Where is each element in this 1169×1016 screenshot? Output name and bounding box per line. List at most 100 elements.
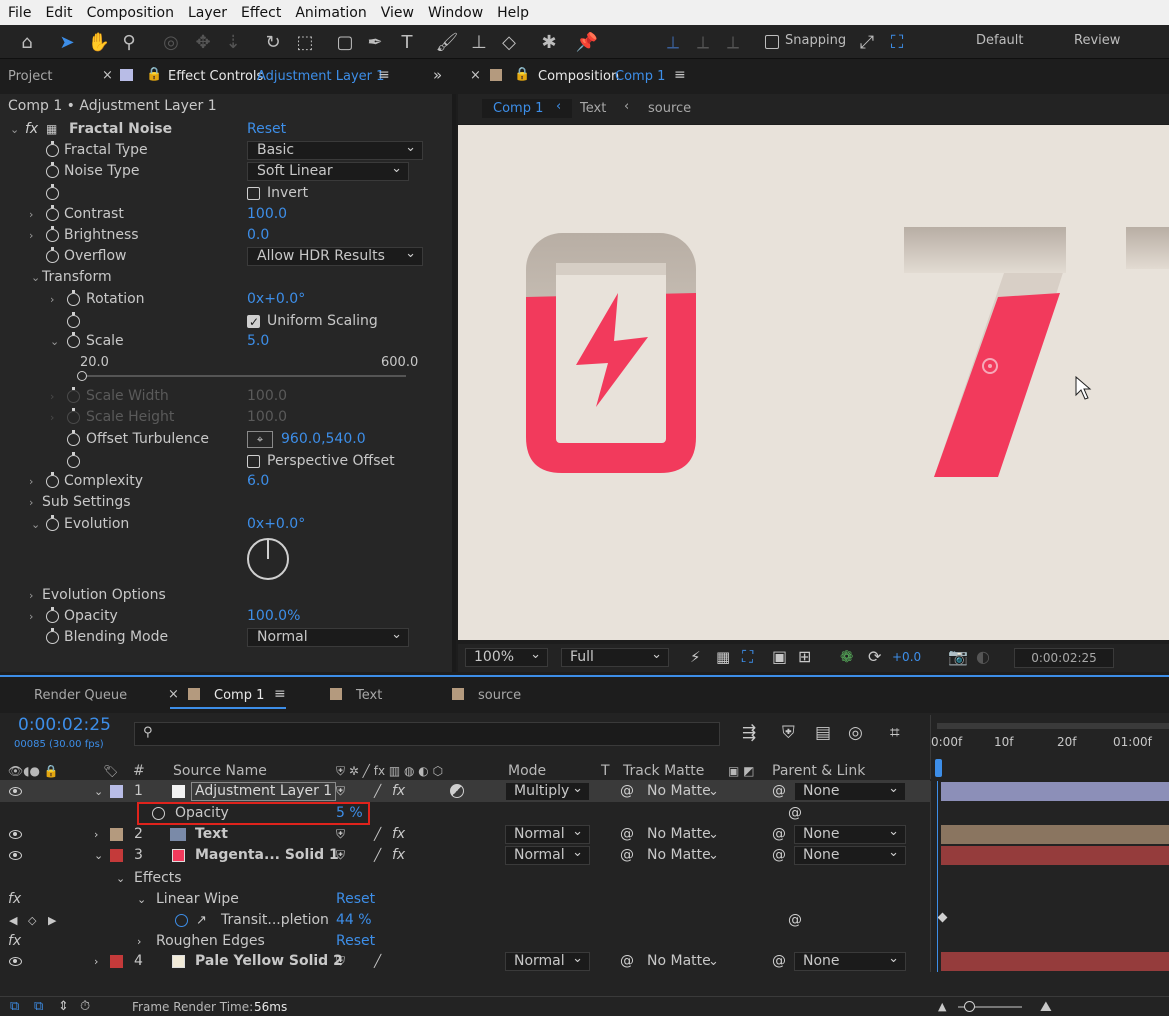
orbit-camera-icon[interactable]: ◎ bbox=[158, 29, 184, 55]
invert-checkbox[interactable] bbox=[247, 187, 260, 200]
offset-turbulence-value[interactable]: 960.0,540.0 bbox=[281, 429, 366, 450]
pan-camera-icon[interactable]: ✥ bbox=[190, 29, 216, 55]
stopwatch-icon[interactable] bbox=[46, 162, 59, 178]
snapshot-icon[interactable]: 📷 bbox=[948, 647, 968, 666]
noise-type-dropdown[interactable]: Soft Linear bbox=[247, 160, 409, 181]
view-axis-icon[interactable]: ⟂ bbox=[720, 29, 746, 55]
comp-viewer[interactable] bbox=[458, 125, 1169, 640]
pen-tool-icon[interactable]: ✒ bbox=[362, 29, 388, 55]
fractal-type-dropdown[interactable]: Basic bbox=[247, 139, 423, 160]
evolution-dial[interactable] bbox=[247, 538, 289, 580]
track-area[interactable] bbox=[930, 781, 1169, 972]
close-icon[interactable]: × bbox=[102, 68, 113, 83]
lock-icon[interactable]: 🔒 bbox=[514, 67, 530, 82]
expand-triangle-icon[interactable]: › bbox=[50, 289, 54, 310]
stopwatch-icon[interactable] bbox=[46, 247, 59, 263]
lock-icon[interactable]: 🔒 bbox=[146, 67, 162, 82]
preserve-transparency-icon[interactable]: @ bbox=[620, 824, 634, 845]
scale-slider-handle[interactable] bbox=[77, 371, 87, 381]
collapse-triangle-icon[interactable]: ⌄ bbox=[116, 868, 125, 889]
mode-dropdown[interactable]: Normal bbox=[505, 844, 590, 865]
close-icon[interactable]: × bbox=[470, 68, 481, 83]
stopwatch-icon[interactable] bbox=[67, 290, 80, 306]
rotation-tool-icon[interactable]: ↻ bbox=[260, 29, 286, 55]
menu-effect[interactable]: Effect bbox=[241, 5, 281, 21]
clone-stamp-tool-icon[interactable]: ⊥ bbox=[466, 29, 492, 55]
zoom-in-icon[interactable]: ⛰ bbox=[1040, 997, 1052, 1016]
panel-menu-icon[interactable]: ≡ bbox=[378, 67, 390, 83]
rotation-value[interactable]: 0x+0.0° bbox=[247, 289, 305, 310]
fx-icon[interactable]: fx bbox=[25, 119, 38, 140]
collapse-triangle-icon[interactable]: ⌄ bbox=[31, 514, 40, 535]
collapse-triangle-icon[interactable]: ⌄ bbox=[137, 889, 146, 910]
expression-pickwhip-icon[interactable]: @ bbox=[788, 910, 802, 931]
chevron-down-icon[interactable]: ⌄ bbox=[708, 845, 719, 866]
render-time-icon[interactable]: ⏱ bbox=[80, 997, 90, 1016]
layer-row[interactable]: ⌄ 3 Magenta... Solid 1 ⛨ ╱ fx Normal @ N… bbox=[0, 844, 930, 866]
tab-text[interactable]: Text bbox=[356, 688, 382, 703]
layer-row[interactable]: › 2 Text ⛨ ╱ fx Normal @ No Matte ⌄ @ No… bbox=[0, 823, 930, 845]
home-icon[interactable]: ⌂ bbox=[14, 29, 40, 55]
effect-reset-link[interactable]: Reset bbox=[247, 119, 286, 140]
zoom-tool-icon[interactable]: ⚲ bbox=[116, 29, 142, 55]
expand-triangle-icon[interactable]: › bbox=[29, 585, 33, 606]
collapse-triangle-icon[interactable]: ⌄ bbox=[94, 845, 103, 866]
layer-bar[interactable] bbox=[941, 782, 1169, 801]
layer-row[interactable]: › 4 Pale Yellow Solid 2 ⛨ ╱ Normal @ No … bbox=[0, 950, 930, 972]
collapse-triangle-icon[interactable]: ⌄ bbox=[31, 267, 40, 288]
visibility-eye-icon[interactable] bbox=[9, 786, 22, 796]
layer-name[interactable]: Magenta... Solid 1 bbox=[195, 845, 339, 866]
expand-triangle-icon[interactable]: › bbox=[137, 931, 141, 952]
scale-value[interactable]: 5.0 bbox=[247, 331, 269, 352]
tab-composition-comp[interactable]: Comp 1 bbox=[615, 69, 665, 84]
stopwatch-icon[interactable] bbox=[46, 184, 59, 200]
layer-name[interactable]: Adjustment Layer 1 bbox=[191, 782, 337, 801]
panel-menu-icon[interactable]: ≡ bbox=[274, 686, 286, 702]
type-tool-icon[interactable]: T bbox=[394, 29, 420, 55]
ec-opacity-value[interactable]: 100.0% bbox=[247, 606, 300, 627]
close-icon[interactable]: × bbox=[168, 687, 179, 702]
selection-tool-icon[interactable]: ➤ bbox=[54, 29, 80, 55]
zoom-dropdown[interactable]: 100% bbox=[465, 646, 548, 667]
transform-group-row[interactable]: ⌄ Transform bbox=[0, 267, 452, 288]
snapping-checkbox[interactable] bbox=[765, 35, 779, 49]
shy-switch-icon[interactable]: ⛨ bbox=[336, 781, 345, 802]
menu-window[interactable]: Window bbox=[428, 5, 483, 21]
brightness-value[interactable]: 0.0 bbox=[247, 225, 269, 246]
label-color-swatch[interactable] bbox=[110, 828, 123, 841]
expression-pickwhip-icon[interactable]: @ bbox=[788, 803, 802, 824]
chevron-down-icon[interactable]: ⌄ bbox=[708, 824, 719, 845]
collapse-triangle-icon[interactable]: ⌄ bbox=[10, 119, 19, 140]
track-matte-dropdown[interactable]: No Matte bbox=[647, 845, 711, 866]
evolution-value[interactable]: 0x+0.0° bbox=[247, 514, 305, 535]
mode-dropdown[interactable]: Multiply bbox=[505, 780, 590, 801]
toggle-switches-icon[interactable]: ⧉ bbox=[10, 997, 19, 1016]
viewer-timecode[interactable]: 0:00:02:25 bbox=[1014, 648, 1114, 668]
quality-switch-icon[interactable]: ╱ bbox=[374, 845, 381, 866]
roto-brush-tool-icon[interactable]: ✱ bbox=[536, 29, 562, 55]
blending-mode-dropdown[interactable]: Normal bbox=[247, 626, 409, 647]
sub-settings-row[interactable]: › Sub Settings bbox=[0, 492, 452, 513]
exposure-reset-icon[interactable]: ⟳ bbox=[868, 647, 881, 666]
preserve-transparency-icon[interactable]: @ bbox=[620, 781, 634, 802]
graph-editor-icon[interactable]: ⌗ bbox=[890, 723, 900, 743]
label-color-swatch[interactable] bbox=[110, 849, 123, 862]
stopwatch-icon[interactable] bbox=[46, 226, 59, 242]
stopwatch-icon[interactable] bbox=[46, 141, 59, 157]
track-matte-dropdown[interactable]: No Matte bbox=[647, 824, 711, 845]
hand-tool-icon[interactable]: ✋ bbox=[86, 29, 112, 55]
chevron-down-icon[interactable]: ⌄ bbox=[708, 951, 719, 972]
shy-switch-icon[interactable]: ⛨ bbox=[336, 845, 345, 866]
opacity-property-value[interactable]: 5 % bbox=[336, 803, 363, 824]
visibility-eye-icon[interactable] bbox=[9, 829, 22, 839]
workspace-review[interactable]: Review bbox=[1074, 33, 1120, 48]
preserve-transparency-icon[interactable]: @ bbox=[620, 951, 634, 972]
rectangle-tool-icon[interactable]: ▢ bbox=[332, 29, 358, 55]
anchor-point-tool-icon[interactable]: ⬚ bbox=[292, 29, 318, 55]
layer-bar[interactable] bbox=[941, 825, 1169, 844]
parent-dropdown[interactable]: None bbox=[794, 844, 906, 865]
world-axis-icon[interactable]: ⟂ bbox=[690, 29, 716, 55]
stopwatch-icon[interactable] bbox=[152, 807, 165, 820]
zoom-slider-handle[interactable] bbox=[964, 1001, 975, 1012]
parent-pickwhip-icon[interactable]: @ bbox=[772, 824, 786, 845]
